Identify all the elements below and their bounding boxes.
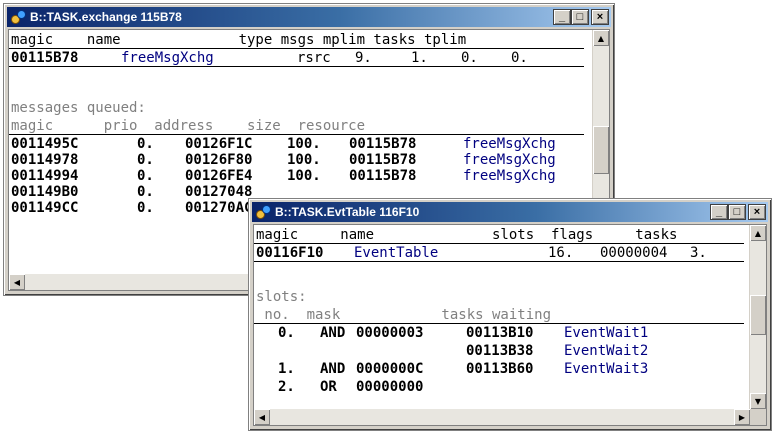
row-divider	[254, 261, 744, 262]
queue-magic[interactable]: 00114978	[11, 152, 78, 168]
queue-prio: 0.	[137, 200, 154, 216]
slot-task-name[interactable]: EventWait2	[564, 343, 648, 359]
row-msgs: 9.	[355, 50, 372, 66]
window-app-icon[interactable]	[10, 9, 26, 25]
slot-task[interactable]: 00113B38	[466, 343, 533, 359]
window-title: B::TASK.EvtTable 116F10	[275, 205, 420, 219]
queue-divider	[9, 134, 584, 135]
queue-name[interactable]: freeMsgXchg	[463, 136, 556, 152]
slot-task-name[interactable]: EventWait1	[564, 325, 648, 341]
queue-magic[interactable]: 001149CC	[11, 200, 78, 216]
horizontal-scrollbar[interactable]: ◀ ▶	[254, 409, 750, 425]
scroll-right-icon[interactable]: ▶	[734, 409, 750, 425]
queue-magic[interactable]: 00114994	[11, 168, 78, 184]
queue-resource: 00115B78	[349, 136, 417, 152]
vertical-scrollbar[interactable]: ▲ ▼	[749, 225, 766, 409]
slot-task[interactable]: 00113B60	[466, 361, 533, 377]
row-magic[interactable]: 00116F10	[256, 245, 323, 261]
queue-resource: 00115B78	[349, 152, 417, 168]
section-label: slots:	[256, 289, 307, 305]
window-title: B::TASK.exchange 115B78	[30, 10, 182, 24]
slot-op: AND	[320, 361, 346, 377]
maximize-button[interactable]: □	[571, 9, 589, 25]
scroll-down-icon[interactable]: ▼	[750, 393, 766, 409]
scroll-up-icon[interactable]: ▲	[750, 225, 766, 241]
scroll-left-icon[interactable]: ◀	[254, 409, 270, 425]
queue-size: 100.	[287, 152, 321, 168]
row-tasks: 3.	[690, 245, 707, 261]
row-name[interactable]: freeMsgXchg	[121, 50, 214, 66]
queue-name[interactable]: freeMsgXchg	[463, 168, 556, 184]
slot-task[interactable]: 00113B10	[466, 325, 533, 341]
slot-no: 0.	[278, 325, 295, 341]
queue-magic[interactable]: 0011495C	[11, 136, 78, 152]
slot-no: 2.	[278, 379, 295, 395]
evttable-content: magic name slots flags tasks 00116F10 Ev…	[253, 224, 767, 426]
queue-magic[interactable]: 001149B0	[11, 184, 78, 200]
slot-mask: 00000000	[356, 379, 424, 395]
column-header: magic name type msgs mplim tasks tplim	[11, 32, 467, 48]
queue-prio: 0.	[137, 168, 154, 184]
evttable-window-titlebar[interactable]: B::TASK.EvtTable 116F10 _ □ ×	[252, 202, 768, 222]
slot-op: AND	[320, 325, 346, 341]
row-divider	[9, 66, 584, 67]
slots-divider	[254, 323, 744, 324]
slot-no: 1.	[278, 361, 295, 377]
scroll-thumb[interactable]	[593, 126, 609, 174]
scroll-left-icon[interactable]: ◀	[9, 274, 25, 290]
queue-address: 00126F80	[185, 152, 253, 168]
queue-prio: 0.	[137, 152, 154, 168]
queue-prio: 0.	[137, 184, 154, 200]
window-app-icon[interactable]	[255, 204, 271, 220]
queue-address: 00126FE4	[185, 168, 253, 184]
queue-prio: 0.	[137, 136, 154, 152]
slots-header: no. mask tasks waiting	[256, 307, 552, 323]
minimize-button[interactable]: _	[553, 9, 571, 25]
row-tplim: 0.	[511, 50, 528, 66]
queue-name[interactable]: freeMsgXchg	[463, 152, 556, 168]
queue-address: 00126F1C	[185, 136, 253, 152]
row-name[interactable]: EventTable	[354, 245, 438, 261]
slot-op: OR	[320, 379, 337, 395]
row-type: rsrc	[297, 50, 331, 66]
row-tasks: 0.	[461, 50, 478, 66]
section-label: messages queued:	[11, 100, 146, 116]
close-button[interactable]: ×	[748, 204, 766, 220]
queue-resource: 00115B78	[349, 168, 417, 184]
resize-grip[interactable]	[750, 409, 766, 425]
row-magic[interactable]: 00115B78	[11, 50, 78, 66]
row-mplim: 1.	[411, 50, 428, 66]
minimize-button[interactable]: _	[710, 204, 728, 220]
column-header: magic name slots flags tasks	[256, 227, 678, 243]
row-flags: 00000004	[600, 245, 668, 261]
slot-mask: 00000003	[356, 325, 424, 341]
maximize-button[interactable]: □	[728, 204, 746, 220]
header-divider	[254, 243, 744, 244]
close-button[interactable]: ×	[591, 9, 609, 25]
evttable-window[interactable]: B::TASK.EvtTable 116F10 _ □ × magic name…	[248, 198, 772, 431]
slot-task-name[interactable]: EventWait3	[564, 361, 648, 377]
queue-size: 100.	[287, 168, 321, 184]
header-divider	[9, 48, 584, 49]
queue-address: 001270AC	[185, 200, 253, 216]
row-slots: 16.	[548, 245, 574, 261]
queue-size: 100.	[287, 136, 321, 152]
slot-mask: 0000000C	[356, 361, 424, 377]
scroll-thumb[interactable]	[750, 295, 766, 335]
scroll-up-icon[interactable]: ▲	[593, 30, 609, 46]
exchange-window-titlebar[interactable]: B::TASK.exchange 115B78 _ □ ×	[7, 7, 611, 27]
queue-header: magic prio address size resource	[11, 118, 366, 134]
queue-address: 00127048	[185, 184, 253, 200]
